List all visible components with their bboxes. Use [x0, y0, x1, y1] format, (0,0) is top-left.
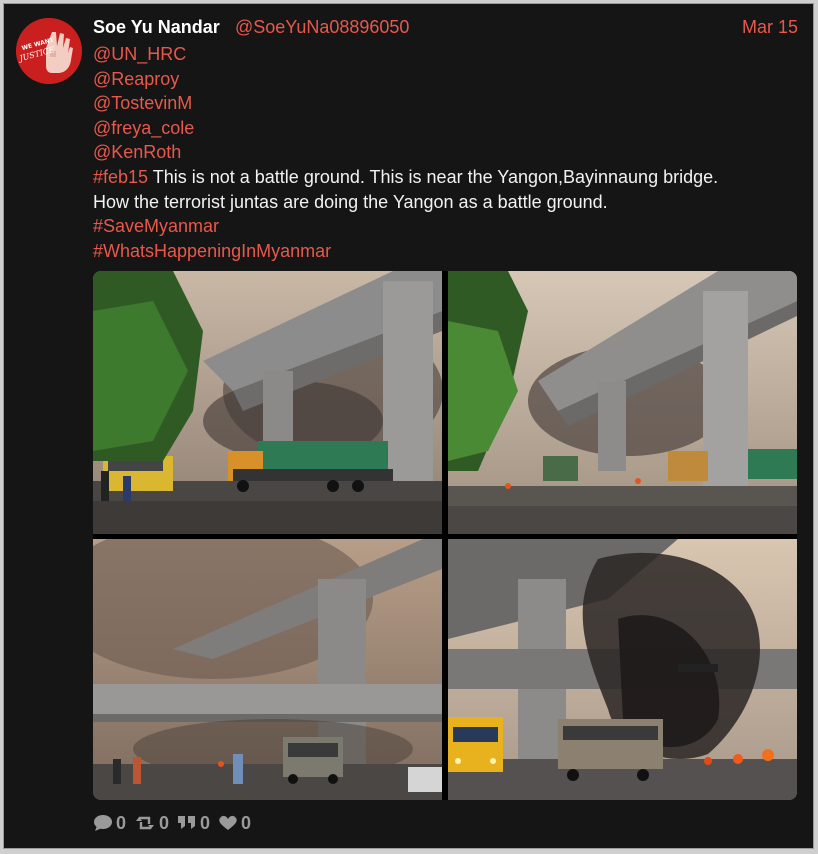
quote-count: 0 — [200, 812, 211, 833]
author-handle[interactable]: @SoeYuNa08896050 — [235, 17, 409, 38]
tweet-text: @UN_HRC @Reaproy @TostevinM @freya_cole … — [93, 42, 793, 263]
avatar-justice-fist-icon: WE WANT JUSTICE — [16, 18, 82, 84]
media-photo-3[interactable] — [93, 539, 442, 800]
retweet-count: 0 — [159, 812, 170, 833]
mention-tostevinm[interactable]: @TostevinM — [93, 93, 192, 113]
text-line-1: This is not a battle ground. This is nea… — [148, 166, 719, 187]
hashtag-feb15[interactable]: #feb15 — [93, 167, 148, 187]
mention-un-hrc[interactable]: @UN_HRC — [93, 44, 186, 64]
media-photo-2[interactable] — [448, 271, 797, 534]
mention-kenroth[interactable]: @KenRoth — [93, 142, 181, 162]
media-grid — [93, 271, 797, 800]
like-button[interactable]: 0 — [218, 813, 251, 834]
reply-icon — [94, 815, 112, 831]
tweet-actions: 0 0 0 0 — [93, 812, 259, 834]
reply-count: 0 — [116, 812, 127, 833]
hashtag-savemyanmar[interactable]: #SaveMyanmar — [93, 216, 219, 236]
like-count: 0 — [241, 812, 252, 833]
media-photo-1[interactable] — [93, 271, 442, 534]
media-photo-4[interactable] — [448, 539, 797, 800]
tweet-date[interactable]: Mar 15 — [742, 17, 798, 38]
mention-reaproy[interactable]: @Reaproy — [93, 69, 179, 89]
quote-button[interactable]: 0 — [177, 813, 210, 834]
quote-icon — [178, 816, 196, 829]
avatar[interactable]: WE WANT JUSTICE — [16, 18, 82, 84]
author-name[interactable]: Soe Yu Nandar — [93, 17, 220, 38]
hashtag-whatshappeninginmyanmar[interactable]: #WhatsHappeningInMyanmar — [93, 241, 331, 261]
like-icon — [219, 815, 237, 830]
retweet-button[interactable]: 0 — [134, 813, 169, 834]
mention-freya-cole[interactable]: @freya_cole — [93, 118, 194, 138]
retweet-icon — [136, 816, 155, 830]
text-line-2: How the terrorist juntas are doing the Y… — [93, 191, 608, 212]
reply-button[interactable]: 0 — [93, 813, 126, 834]
tweet-card: WE WANT JUSTICE Soe Yu Nandar @SoeYuNa08… — [3, 3, 814, 849]
